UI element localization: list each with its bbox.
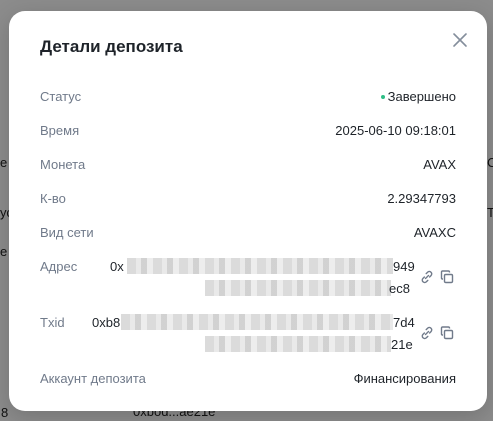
time-label: Время [40, 123, 80, 138]
status-value: Завершено [380, 89, 456, 104]
txid-label: Txid [40, 315, 65, 330]
coin-value: AVAX [423, 157, 456, 172]
address-redacted-line [205, 280, 391, 296]
deposit-account-label: Аккаунт депозита [40, 371, 146, 386]
txid-redacted-line [121, 314, 393, 330]
address-end-line2: ec8 [389, 281, 410, 296]
status-dot-icon [380, 94, 385, 99]
address-start: 0x [110, 259, 124, 274]
amount-label: К-во [40, 191, 66, 206]
txid-redacted-line [205, 336, 391, 352]
amount-value: 2.29347793 [387, 191, 456, 206]
copy-icon[interactable] [439, 325, 455, 341]
txid-end-line1: 7d4 [393, 315, 415, 330]
network-value: AVAXC [413, 225, 456, 240]
address-label: Адрес [40, 259, 78, 274]
copy-icon[interactable] [439, 269, 455, 285]
status-text: Завершено [387, 89, 456, 104]
coin-label: Монета [40, 157, 86, 172]
txid-start: 0xb8 [92, 315, 121, 330]
modal-title: Детали депозита [40, 37, 183, 56]
deposit-details-modal: Детали депозита Статус Завершено Время 2… [9, 11, 487, 411]
close-icon[interactable] [450, 30, 470, 50]
link-icon[interactable] [419, 325, 435, 341]
link-icon[interactable] [419, 269, 435, 285]
address-end-line1: 949 [393, 259, 415, 274]
network-label: Вид сети [40, 225, 94, 240]
time-value: 2025-06-10 09:18:01 [335, 123, 456, 138]
deposit-account-value: Финансирования [353, 371, 456, 386]
status-label: Статус [40, 89, 82, 104]
txid-end-line2: 21e [391, 337, 413, 352]
address-redacted-line [127, 258, 393, 274]
